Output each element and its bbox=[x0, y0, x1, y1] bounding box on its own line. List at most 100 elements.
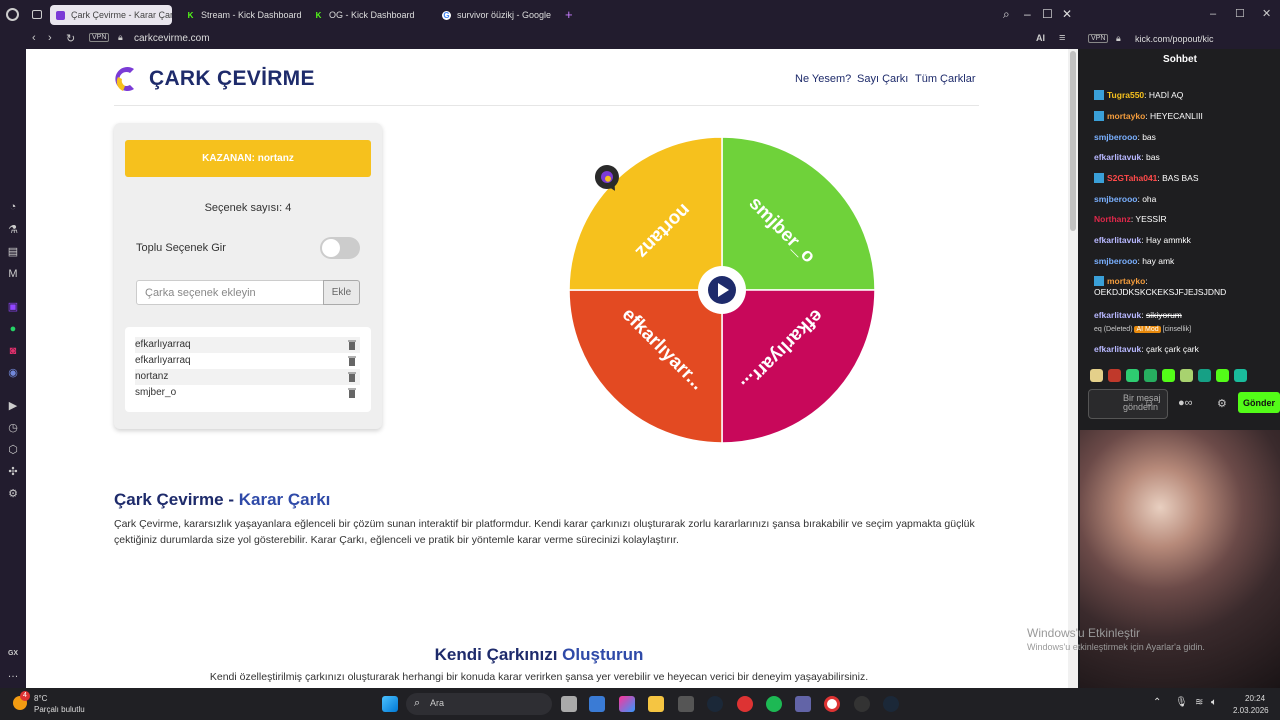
twitch-icon[interactable]: ▣ bbox=[6, 300, 20, 314]
emote-icon[interactable] bbox=[1126, 369, 1139, 382]
close-window-icon[interactable]: ✕ bbox=[1062, 7, 1072, 21]
box-icon[interactable]: ⬡ bbox=[6, 443, 20, 457]
back-icon[interactable]: ‹ bbox=[32, 32, 36, 44]
tab-cark-cevirme[interactable]: Çark Çevirme - Karar Çarkı bbox=[50, 5, 172, 25]
emoji-icon[interactable]: ☺ bbox=[1144, 398, 1154, 409]
weather-widget[interactable]: 4 8°C Parçalı bulutlu bbox=[10, 691, 110, 715]
windows-start-icon[interactable] bbox=[382, 696, 398, 712]
emote-icon[interactable] bbox=[1162, 369, 1175, 382]
trash-icon[interactable] bbox=[348, 340, 356, 350]
bulk-entry-toggle[interactable] bbox=[320, 237, 360, 259]
chat-username[interactable]: efkarlitavuk bbox=[1094, 152, 1141, 162]
chat-username[interactable]: S2GTaha041 bbox=[1107, 173, 1157, 183]
chat-input[interactable]: Bir mesaj gönderin bbox=[1088, 389, 1168, 419]
tab-google-search[interactable]: G survivor öüzikj - Google bbox=[436, 5, 558, 25]
emote-icon[interactable] bbox=[1090, 369, 1103, 382]
chat-settings-icon[interactable]: ⚙ bbox=[1217, 397, 1227, 410]
option-input[interactable] bbox=[136, 280, 324, 305]
microphone-icon[interactable]: 🎙︎ bbox=[1175, 697, 1188, 708]
cark-logo-icon[interactable] bbox=[114, 65, 136, 93]
history-icon[interactable]: ◷ bbox=[6, 421, 20, 435]
emote-icon[interactable] bbox=[1198, 369, 1211, 382]
taskbar-search[interactable]: ⌕ Ara bbox=[406, 693, 552, 715]
wifi-icon[interactable]: ≋ bbox=[1195, 697, 1203, 708]
page-scrollbar[interactable] bbox=[1068, 49, 1078, 688]
settings-icon[interactable]: ⚙ bbox=[6, 487, 20, 501]
menu-icon[interactable]: ≡ bbox=[1059, 32, 1065, 44]
send-button[interactable]: Gönder bbox=[1238, 392, 1280, 413]
url-field[interactable]: carkcevirme.com bbox=[134, 33, 210, 44]
lock-icon[interactable]: 🔒︎ bbox=[118, 32, 123, 43]
chat-username[interactable]: Northanz bbox=[1094, 214, 1131, 224]
whatsapp-icon[interactable]: ● bbox=[6, 322, 20, 336]
forward-icon[interactable]: › bbox=[48, 32, 52, 44]
task-view-icon[interactable] bbox=[561, 696, 577, 712]
workspaces-icon[interactable] bbox=[32, 10, 42, 19]
discord-icon[interactable]: ◉ bbox=[6, 366, 20, 380]
ai-button[interactable]: AI bbox=[1036, 33, 1045, 43]
chat-username[interactable]: mortayko bbox=[1107, 276, 1145, 286]
trash-icon[interactable] bbox=[348, 388, 356, 398]
app-icon[interactable] bbox=[678, 696, 694, 712]
chat-username[interactable]: smjberooo bbox=[1094, 256, 1137, 266]
app-icon[interactable] bbox=[737, 696, 753, 712]
app-icon[interactable] bbox=[589, 696, 605, 712]
spin-wheel[interactable]: smjber_oefkarlıyarr...efkarlıyarr...nort… bbox=[567, 135, 877, 445]
reload-icon[interactable]: ↻ bbox=[66, 32, 75, 45]
opera-logo-icon[interactable] bbox=[6, 8, 19, 21]
minimize-icon[interactable]: – bbox=[1024, 7, 1031, 21]
instagram-icon[interactable]: ◙ bbox=[6, 344, 20, 358]
ai-icon[interactable]: ◔ bbox=[6, 200, 20, 214]
more-icon[interactable]: … bbox=[6, 667, 20, 681]
new-tab-button[interactable]: + bbox=[565, 7, 573, 22]
scrollbar-thumb[interactable] bbox=[1070, 51, 1076, 231]
clock-date[interactable]: 2.03.2026 bbox=[1233, 706, 1269, 715]
brand-title[interactable]: ÇARK ÇEVİRME bbox=[149, 67, 315, 91]
emote-icon[interactable] bbox=[1234, 369, 1247, 382]
chat-username[interactable]: mortayko bbox=[1107, 111, 1145, 121]
add-option-button[interactable]: Ekle bbox=[323, 280, 360, 305]
chat-username[interactable]: efkarlitavuk bbox=[1094, 235, 1141, 245]
pinboard-icon[interactable]: ▤ bbox=[6, 245, 20, 259]
points-icon[interactable]: ●∞ bbox=[1178, 397, 1193, 409]
tab-stream-dashboard[interactable]: K Stream - Kick Dashboard bbox=[180, 5, 302, 25]
extensions-icon[interactable]: ⚗ bbox=[6, 223, 20, 237]
chat-username[interactable]: smjberooo bbox=[1094, 132, 1137, 142]
chat-username[interactable]: smjberooo bbox=[1094, 194, 1137, 204]
extensions-puzzle-icon[interactable]: ✣ bbox=[6, 465, 20, 479]
trash-icon[interactable] bbox=[348, 372, 356, 382]
close-window-icon[interactable]: ✕ bbox=[1262, 7, 1271, 20]
chat-url[interactable]: kick.com/popout/kic bbox=[1135, 34, 1214, 44]
file-explorer-icon[interactable] bbox=[648, 696, 664, 712]
maximize-icon[interactable]: ☐ bbox=[1042, 7, 1053, 21]
nav-ne-yesem[interactable]: Ne Yesem? bbox=[795, 73, 851, 85]
emote-icon[interactable] bbox=[1216, 369, 1229, 382]
volume-icon[interactable]: 🔈︎ bbox=[1211, 697, 1217, 708]
copilot-icon[interactable] bbox=[619, 696, 635, 712]
player-icon[interactable]: ▶ bbox=[6, 399, 20, 413]
nav-sayi-carki[interactable]: Sayı Çarkı bbox=[857, 73, 908, 85]
spotify-icon[interactable] bbox=[766, 696, 782, 712]
clock-time[interactable]: 20:24 bbox=[1245, 694, 1265, 703]
notes-icon[interactable]: M bbox=[6, 267, 20, 281]
tray-chevron-icon[interactable]: ⌃ bbox=[1153, 697, 1161, 708]
tab-og-dashboard[interactable]: K OG - Kick Dashboard bbox=[308, 5, 430, 25]
teams-icon[interactable] bbox=[795, 696, 811, 712]
nav-tum-carklar[interactable]: Tüm Çarklar bbox=[915, 73, 976, 85]
search-tabs-icon[interactable]: ⌕ bbox=[1003, 7, 1010, 22]
trash-icon[interactable] bbox=[348, 356, 356, 366]
obs-icon[interactable] bbox=[854, 696, 870, 712]
chat-username[interactable]: efkarlitavuk bbox=[1094, 344, 1141, 354]
chat-username[interactable]: efkarlitavuk bbox=[1094, 310, 1141, 320]
minimize-icon[interactable]: – bbox=[1210, 8, 1216, 20]
steam-icon[interactable] bbox=[883, 696, 899, 712]
vpn-badge[interactable]: VPN bbox=[1088, 34, 1109, 43]
vpn-badge[interactable]: VPN bbox=[89, 33, 110, 42]
opera-gx-icon[interactable] bbox=[824, 696, 840, 712]
emote-icon[interactable] bbox=[1180, 369, 1193, 382]
chat-username[interactable]: Tugra550 bbox=[1107, 90, 1144, 100]
maximize-icon[interactable]: ☐ bbox=[1235, 7, 1245, 20]
emote-icon[interactable] bbox=[1144, 369, 1157, 382]
emote-icon[interactable] bbox=[1108, 369, 1121, 382]
steam-icon[interactable] bbox=[707, 696, 723, 712]
